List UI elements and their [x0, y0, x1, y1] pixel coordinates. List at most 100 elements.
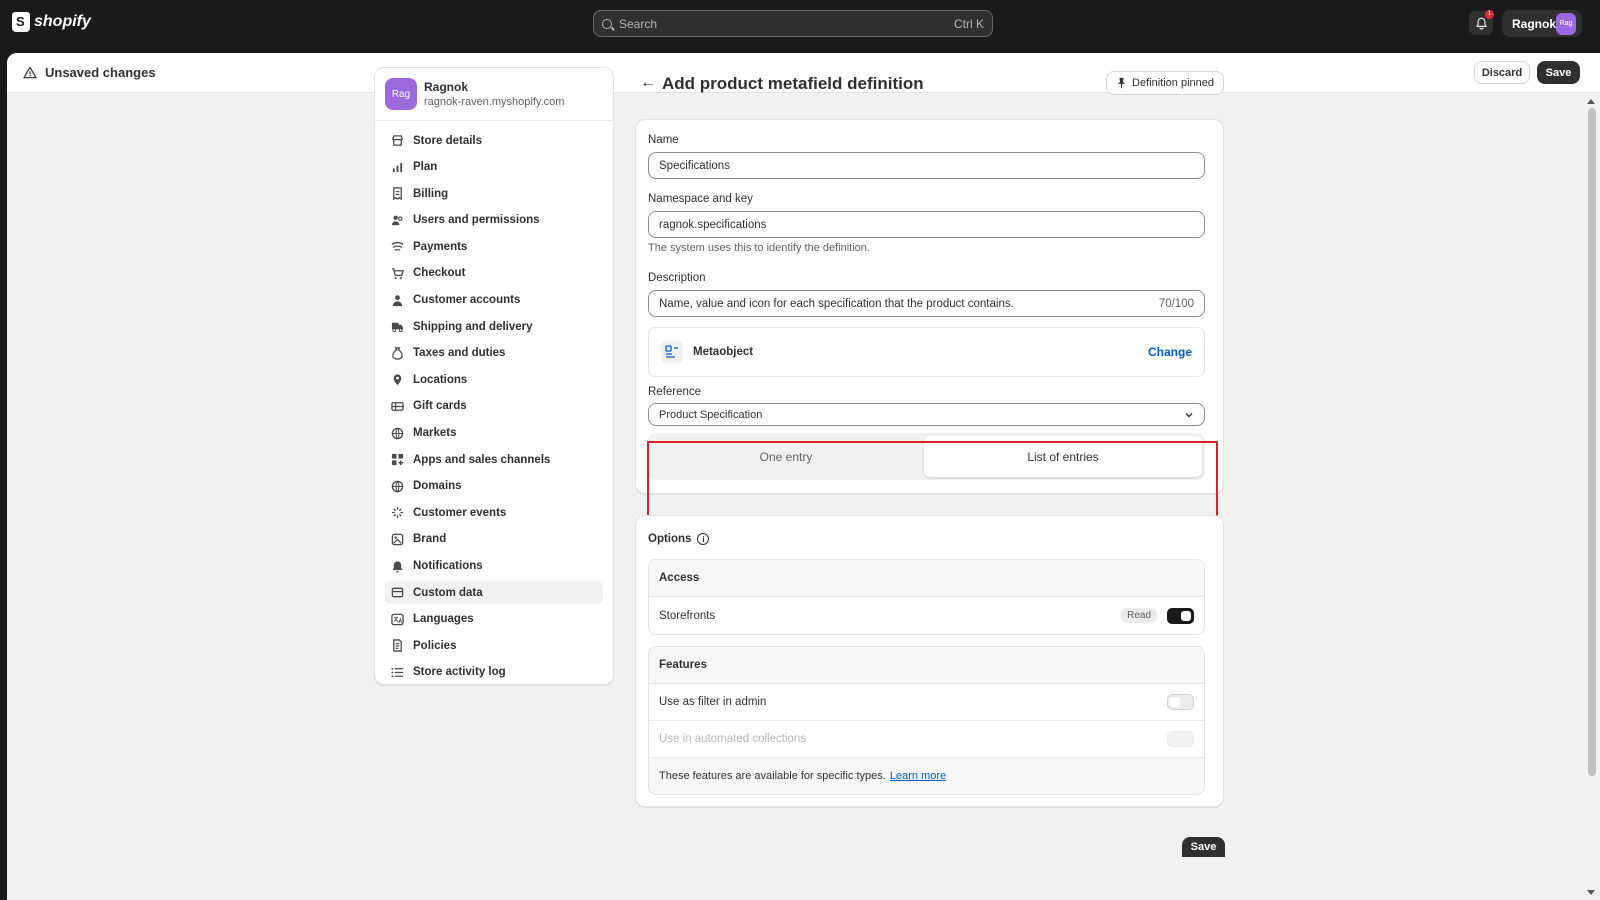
change-type-link[interactable]: Change	[1148, 345, 1192, 359]
notification-count-badge: 1	[1485, 10, 1494, 19]
learn-more-link[interactable]: Learn more	[890, 770, 946, 782]
save-button[interactable]: Save	[1537, 61, 1580, 84]
person-icon	[391, 294, 404, 307]
sidebar-item-label: Customer accounts	[413, 294, 521, 307]
unsaved-changes-title: Unsaved changes	[45, 65, 156, 80]
definition-card: Name Specifications Namespace and key ra…	[635, 119, 1224, 494]
namespace-input[interactable]: ragnok.specifications	[648, 211, 1205, 238]
storefronts-row: Storefronts Read	[649, 597, 1204, 634]
user-avatar: Rag	[1556, 12, 1576, 35]
collections-toggle	[1167, 731, 1194, 747]
brand-icon	[391, 533, 404, 546]
storefronts-toggle[interactable]	[1167, 607, 1194, 624]
search-input[interactable]: Search Ctrl K	[593, 10, 993, 37]
chevron-down-icon	[1185, 412, 1193, 417]
search-icon	[602, 18, 612, 29]
globe-icon	[391, 427, 404, 440]
collections-label: Use in automated collections	[659, 733, 807, 745]
namespace-value: ragnok.specifications	[659, 218, 767, 231]
pin-label: Definition pinned	[1132, 77, 1214, 89]
filter-label: Use as filter in admin	[659, 696, 767, 708]
users-icon	[391, 214, 404, 227]
sidebar-item-policies[interactable]: Policies	[385, 634, 603, 657]
sidebar-item-label: Billing	[413, 187, 449, 200]
store-avatar: Rag	[385, 78, 417, 110]
description-input[interactable]: Name, value and icon for each specificat…	[648, 290, 1205, 317]
sidebar-item-domains[interactable]: Domains	[385, 475, 603, 498]
shopify-bag-icon	[12, 12, 30, 32]
sidebar-item-customer-accounts[interactable]: Customer accounts	[385, 289, 603, 312]
user-menu-button[interactable]: Ragnok Rag	[1502, 10, 1582, 37]
sidebar-item-taxes-and-duties[interactable]: Taxes and duties	[385, 342, 603, 365]
sidebar-item-label: Shipping and delivery	[413, 320, 533, 333]
settings-nav: Store details Plan Billing Users and permis…	[375, 121, 613, 695]
sidebar-item-customer-events[interactable]: Customer events	[385, 501, 603, 524]
filter-toggle[interactable]	[1167, 694, 1194, 710]
page-header: ← Add product metafield definition Defin…	[640, 68, 1224, 100]
warning-icon	[23, 66, 37, 79]
sidebar-item-label: Plan	[413, 161, 438, 174]
sidebar-item-languages[interactable]: Languages	[385, 608, 603, 631]
sidebar-item-shipping-and-delivery[interactable]: Shipping and delivery	[385, 315, 603, 338]
shopify-logo[interactable]: shopify	[12, 12, 91, 32]
sidebar-item-brand[interactable]: Brand	[385, 528, 603, 551]
store-domain: ragnok-raven.myshopify.com	[424, 96, 565, 108]
sidebar-item-apps-and-sales-channels[interactable]: Apps and sales channels	[385, 448, 603, 471]
notifications-button[interactable]: 1	[1469, 10, 1494, 35]
sidebar-item-custom-data[interactable]: Custom data	[385, 581, 603, 605]
store-name: Ragnok	[424, 80, 469, 94]
info-icon[interactable]: i	[697, 533, 710, 545]
collections-row: Use in automated collections	[649, 721, 1204, 758]
sidebar-item-store-details[interactable]: Store details	[385, 129, 603, 152]
sidebar-item-gift-cards[interactable]: Gift cards	[385, 395, 603, 418]
sidebar-item-plan[interactable]: Plan	[385, 156, 603, 179]
sidebar-item-payments[interactable]: Payments	[385, 235, 603, 258]
features-section: Features Use as filter in admin Use in a…	[648, 646, 1205, 795]
description-label: Description	[648, 272, 706, 284]
sidebar-item-label: Users and permissions	[413, 214, 540, 227]
brand-name: shopify	[34, 13, 91, 30]
sidebar-item-markets[interactable]: Markets	[385, 422, 603, 445]
definition-pinned-button[interactable]: Definition pinned	[1106, 71, 1224, 95]
truck-icon	[391, 320, 404, 333]
description-value: Name, value and icon for each specificat…	[659, 297, 1014, 310]
pin-icon	[1118, 77, 1125, 89]
name-input[interactable]: Specifications	[648, 152, 1205, 179]
payments-icon	[391, 240, 404, 253]
sidebar-item-label: Notifications	[413, 560, 483, 572]
discard-button[interactable]: Discard	[1474, 61, 1530, 84]
storefronts-label: Storefronts	[659, 609, 716, 622]
sidebar-item-label: Taxes and duties	[413, 347, 506, 360]
namespace-help-text: The system uses this to identify the def…	[648, 242, 870, 254]
sidebar-item-label: Policies	[413, 639, 457, 652]
scroll-up-arrow[interactable]	[1587, 99, 1595, 104]
reference-select[interactable]: Product Specification	[648, 403, 1205, 426]
gift-card-icon	[391, 400, 404, 413]
sidebar-item-label: Brand	[413, 533, 447, 546]
sidebar-item-locations[interactable]: Locations	[385, 368, 603, 391]
sparkle-icon	[391, 506, 404, 519]
features-note-text: These features are available for specifi…	[659, 770, 886, 782]
sidebar-item-store-activity-log[interactable]: Store activity log	[385, 661, 603, 684]
store-header[interactable]: Rag Ragnok ragnok-raven.myshopify.com	[375, 68, 613, 121]
sidebar-item-billing[interactable]: Billing	[385, 182, 603, 205]
apps-icon	[391, 453, 404, 466]
sidebar-item-users-and-permissions[interactable]: Users and permissions	[385, 209, 603, 232]
back-arrow-icon[interactable]: ←	[640, 74, 656, 92]
tax-icon	[391, 347, 404, 360]
features-note: These features are available for specifi…	[649, 758, 1204, 794]
scrollbar-thumb[interactable]	[1588, 108, 1596, 776]
scroll-down-arrow[interactable]	[1587, 890, 1595, 895]
name-label: Name	[648, 134, 679, 146]
sidebar-item-label: Custom data	[413, 586, 483, 599]
sidebar-item-checkout[interactable]: Checkout	[385, 262, 603, 285]
globe-icon	[391, 480, 404, 493]
user-name: Ragnok	[1512, 16, 1557, 31]
database-icon	[391, 586, 404, 599]
sidebar-item-label: Customer events	[413, 506, 507, 519]
sidebar-item-label: Languages	[413, 613, 474, 626]
sidebar-item-label: Apps and sales channels	[413, 453, 551, 466]
policy-icon	[391, 639, 404, 653]
sidebar-item-notifications[interactable]: Notifications	[385, 555, 603, 578]
bottom-save-button[interactable]: Save	[1182, 837, 1225, 857]
